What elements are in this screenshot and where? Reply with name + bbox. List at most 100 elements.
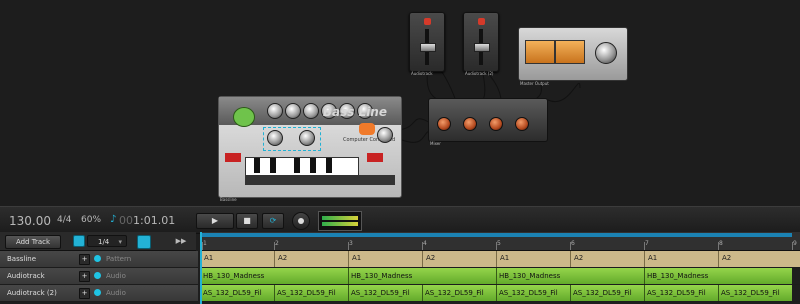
bassline-device[interactable]: Bass Line Computer Controlled	[218, 96, 402, 198]
stop-button[interactable]: ■	[236, 213, 258, 229]
audio-clip[interactable]: AS_132_DL59_Fil	[718, 285, 792, 301]
quantize-toggle[interactable]	[73, 235, 85, 247]
pattern-clip[interactable]: A1	[644, 251, 718, 267]
resonance-knob[interactable]	[303, 103, 319, 119]
add-device-button[interactable]: +	[79, 271, 90, 282]
step-buttons[interactable]	[245, 175, 395, 185]
playhead[interactable]	[200, 232, 202, 304]
track-name[interactable]: Audiotrack (2)	[7, 289, 57, 297]
preset-icon[interactable]	[233, 107, 255, 127]
track-list-header: Add Track 1/4 ▾ ▶▶	[0, 232, 196, 251]
mixer-knob-2[interactable]	[463, 117, 477, 131]
output-level-meter	[318, 211, 362, 231]
pattern-clip[interactable]: A2	[570, 251, 644, 267]
follow-playhead-button[interactable]	[137, 235, 151, 249]
display-left	[225, 153, 241, 162]
lane-audiotrack-2[interactable]: AS_132_DL59_Fil AS_132_DL59_Fil AS_132_D…	[200, 285, 800, 302]
audio-clip[interactable]: HB_130_Madness	[348, 268, 496, 284]
pattern-clip[interactable]: A2	[718, 251, 792, 267]
audio-clip[interactable]: AS_132_DL59_Fil	[274, 285, 348, 301]
audio-clip[interactable]: AS_132_DL59_Fil	[496, 285, 570, 301]
device-label-audiotrack-2: Audiotrack (2)	[465, 71, 494, 76]
track-name[interactable]: Bassline	[7, 255, 36, 263]
scroll-right-button[interactable]: ▶▶	[175, 236, 187, 246]
device-label-bassline: Bassline	[220, 197, 237, 202]
audio-clip[interactable]: HB_130_Madness	[644, 268, 792, 284]
audiotrack2-fader-device[interactable]	[463, 12, 499, 72]
device-label-mixer: Mixer	[430, 141, 441, 146]
transport-bar: 130.00 4/4 60% ♪ 00 1:01.01 ▶ ■ ⟳	[0, 206, 800, 234]
loop-icon: ⟳	[269, 216, 277, 225]
tempo-knob[interactable]	[299, 130, 315, 146]
pattern-clip[interactable]: A2	[422, 251, 496, 267]
mixer-knob-1[interactable]	[437, 117, 451, 131]
audio-clip[interactable]: AS_132_DL59_Fil	[348, 285, 422, 301]
bar-number: 8	[719, 240, 723, 247]
swing-display[interactable]: 60%	[81, 215, 101, 225]
track-header-audiotrack-2[interactable]: Audiotrack (2) + Audio	[0, 285, 198, 302]
cutoff-knob[interactable]	[285, 103, 301, 119]
track-color-dot	[94, 289, 101, 296]
add-device-button[interactable]: +	[79, 288, 90, 299]
add-device-button[interactable]: +	[79, 254, 90, 265]
loop-button[interactable]: ⟳	[262, 213, 284, 229]
power-led[interactable]	[478, 18, 485, 25]
track-header-audiotrack[interactable]: Audiotrack + Audio	[0, 268, 198, 285]
bar-number: 9	[793, 240, 797, 247]
stop-icon: ■	[243, 216, 251, 225]
play-icon: ▶	[211, 216, 219, 225]
track-type: Audio	[106, 289, 126, 297]
track-header-bassline[interactable]: Bassline + Pattern	[0, 251, 198, 268]
volume-knob[interactable]	[377, 127, 393, 143]
audio-clip[interactable]: AS_132_DL59_Fil	[644, 285, 718, 301]
play-button[interactable]: ▶	[196, 213, 234, 229]
audio-clip[interactable]: AS_132_DL59_Fil	[570, 285, 644, 301]
audio-clip[interactable]: AS_132_DL59_Fil	[200, 285, 274, 301]
add-track-button[interactable]: Add Track	[5, 235, 61, 249]
pattern-clip[interactable]: A2	[274, 251, 348, 267]
quantize-select[interactable]: 1/4 ▾	[87, 235, 127, 247]
mixer-knob-3[interactable]	[489, 117, 503, 131]
track-color-dot	[94, 272, 101, 279]
master-volume-knob[interactable]	[595, 42, 617, 64]
position-display: 1:01.01	[133, 214, 176, 227]
audiotrack-fader-device[interactable]	[409, 12, 445, 72]
bar-number: 2	[275, 240, 279, 247]
volume-fader[interactable]	[474, 43, 490, 52]
chevron-down-icon: ▾	[118, 238, 122, 246]
pattern-clip[interactable]: A1	[496, 251, 570, 267]
lane-bassline[interactable]: A1 A2 A1 A2 A1 A2 A1 A2	[200, 251, 800, 268]
audio-clip[interactable]: HB_130_Madness	[200, 268, 348, 284]
power-led[interactable]	[424, 18, 431, 25]
loop-region[interactable]	[200, 233, 792, 237]
bar-number: 3	[349, 240, 353, 247]
bar-number: 5	[497, 240, 501, 247]
bar-number: 7	[645, 240, 649, 247]
master-output-device[interactable]	[518, 27, 628, 81]
tempo-display[interactable]: 130.00	[9, 214, 51, 228]
pattern-clip[interactable]: A1	[200, 251, 274, 267]
metronome-icon[interactable]: ♪	[110, 214, 116, 225]
mixer-knob-4[interactable]	[515, 117, 529, 131]
track-color-dot	[94, 255, 101, 262]
pattern-clip[interactable]: A1	[348, 251, 422, 267]
bar-number: 4	[423, 240, 427, 247]
volume-fader[interactable]	[420, 43, 436, 52]
time-signature[interactable]: 4/4	[57, 215, 71, 225]
audio-clip[interactable]: HB_130_Madness	[496, 268, 644, 284]
device-rack: Audiotrack Audiotrack (2) Master Output …	[0, 0, 800, 206]
lane-audiotrack[interactable]: HB_130_Madness HB_130_Madness HB_130_Mad…	[200, 268, 800, 285]
waveform-knob[interactable]	[267, 130, 283, 146]
record-button[interactable]	[292, 212, 310, 230]
vu-meter-left	[525, 40, 555, 64]
timeline-ruler[interactable]: 1 2 3 4 5 6 7 8 9	[200, 232, 800, 251]
mixer-device[interactable]	[428, 98, 548, 142]
tune-knob[interactable]	[267, 103, 283, 119]
audio-clip[interactable]: AS_132_DL59_Fil	[422, 285, 496, 301]
display-right	[367, 153, 383, 162]
device-label-audiotrack: Audiotrack	[411, 71, 433, 76]
track-name[interactable]: Audiotrack	[7, 272, 45, 280]
track-type: Audio	[106, 272, 126, 280]
bar-number: 1	[203, 240, 207, 247]
heart-icon	[359, 123, 375, 135]
